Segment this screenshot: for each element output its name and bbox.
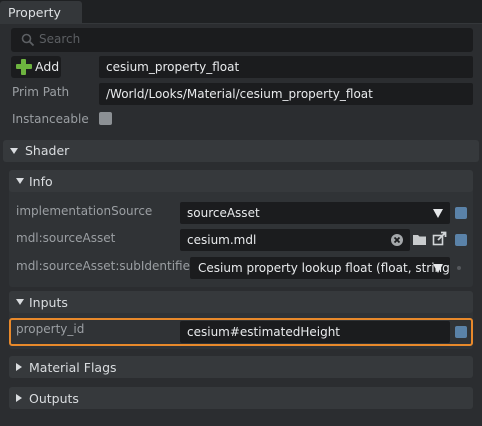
tab-bar: Property <box>0 0 482 24</box>
chevron-down-icon <box>433 209 443 218</box>
open-external-icon[interactable] <box>432 231 447 246</box>
clear-icon[interactable] <box>390 233 404 247</box>
implementation-source-value: sourceAsset <box>187 206 260 220</box>
tab-property[interactable]: Property <box>0 1 82 24</box>
tab-label: Property <box>8 5 61 20</box>
inputs-section-title: Inputs <box>29 295 68 310</box>
prim-path-field[interactable]: /World/Looks/Material/cesium_property_fl… <box>99 83 473 105</box>
add-button-label: Add <box>35 59 60 74</box>
instanceable-checkbox[interactable] <box>99 112 112 125</box>
sub-identifier-value: Cesium property lookup float (float, str… <box>198 261 450 275</box>
shader-section-header[interactable]: Shader <box>3 140 479 162</box>
outputs-section-header[interactable]: Outputs <box>9 387 473 409</box>
add-button[interactable]: Add <box>11 56 61 78</box>
folder-icon[interactable] <box>412 233 427 246</box>
material-flags-section-title: Material Flags <box>29 360 117 375</box>
collapse-right-icon <box>16 394 22 402</box>
default-value-indicator[interactable] <box>455 234 467 246</box>
search-placeholder: Search <box>39 32 81 46</box>
implementation-source-dropdown[interactable]: sourceAsset <box>180 202 450 224</box>
source-asset-label: mdl:sourceAsset <box>16 231 116 245</box>
material-flags-section-header[interactable]: Material Flags <box>9 356 473 378</box>
instanceable-label: Instanceable <box>12 112 89 126</box>
search-input[interactable]: Search <box>11 28 473 52</box>
default-value-indicator[interactable] <box>455 207 467 219</box>
collapse-down-icon <box>16 299 24 305</box>
source-asset-field[interactable]: cesium.mdl <box>180 229 410 251</box>
sub-identifier-dropdown[interactable]: Cesium property lookup float (float, str… <box>190 257 450 279</box>
collapse-down-icon <box>10 148 18 154</box>
info-section-header[interactable]: Info <box>9 170 473 192</box>
sub-identifier-label: mdl:sourceAsset:subIdentifier <box>16 259 195 273</box>
search-icon <box>21 33 35 47</box>
prim-name-field[interactable]: cesium_property_float <box>99 56 473 78</box>
highlight-box <box>9 318 473 346</box>
shader-section-title: Shader <box>25 143 70 158</box>
indicator-dot <box>457 266 461 270</box>
implementation-source-label: implementationSource <box>16 204 153 218</box>
outputs-section-title: Outputs <box>29 391 79 406</box>
collapse-down-icon <box>16 178 24 184</box>
collapse-right-icon <box>16 363 22 371</box>
info-section-title: Info <box>29 174 53 189</box>
prim-path-label: Prim Path <box>12 85 70 99</box>
chevron-down-icon <box>433 264 443 273</box>
property-panel: Search Add cesium_property_float Prim Pa… <box>0 24 482 426</box>
inputs-section-header[interactable]: Inputs <box>9 291 473 313</box>
plus-icon <box>16 59 32 75</box>
